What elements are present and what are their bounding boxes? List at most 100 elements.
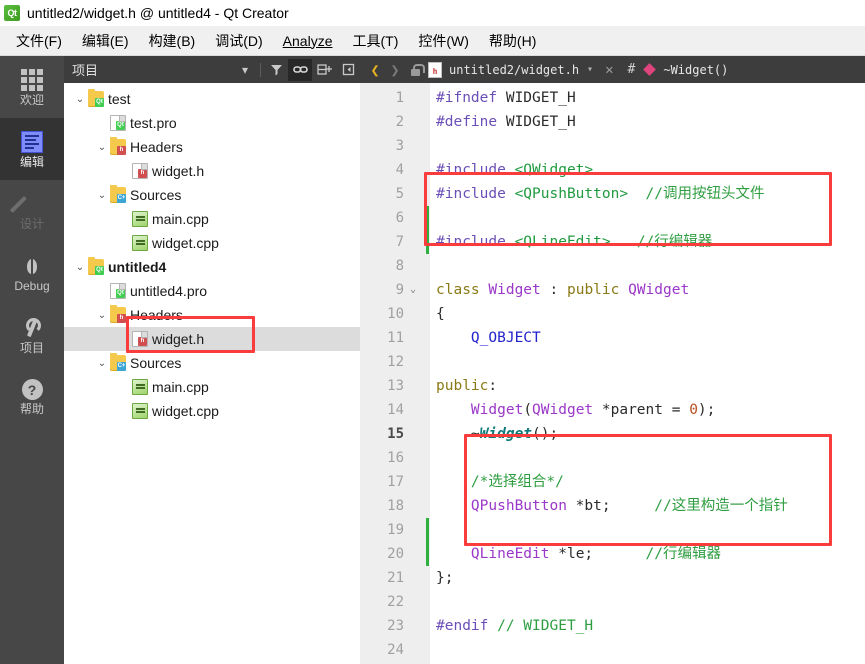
mode-projects[interactable]: 项目 (0, 304, 64, 366)
code-line[interactable]: #include <QLineEdit> //行编辑器 (436, 230, 712, 254)
line-number: 7 (395, 234, 404, 250)
close-panel-icon[interactable] (336, 59, 360, 81)
line-number: 2 (395, 114, 404, 130)
code-line[interactable]: Widget(QWidget *parent = 0); (436, 398, 715, 422)
line-number: 16 (387, 450, 404, 466)
code-line[interactable]: #define WIDGET_H (436, 110, 576, 134)
chevron-down-icon[interactable]: ▾ (233, 59, 257, 81)
code-line[interactable]: #include <QWidget> (436, 158, 593, 182)
editor-filename[interactable]: untitled2/widget.h (449, 63, 579, 77)
tree-indent-spacer: · (116, 334, 132, 345)
line-number: 12 (387, 354, 404, 370)
tree-item-headers[interactable]: ⌄ h Headers (64, 303, 360, 327)
chevron-down-icon[interactable]: ⌄ (94, 358, 110, 369)
menu-help[interactable]: 帮助(H) (479, 28, 546, 54)
project-panel-title: 项目 (72, 63, 99, 78)
mode-welcome[interactable]: 欢迎 (0, 56, 64, 118)
mode-debug[interactable]: Debug (0, 242, 64, 304)
forward-icon[interactable]: ❯ (386, 61, 404, 79)
mode-help[interactable]: ? 帮助 (0, 366, 64, 428)
tree-item-main-cpp[interactable]: · main.cpp (64, 375, 360, 399)
tree-item-label: test (108, 91, 131, 107)
chevron-down-icon[interactable]: ⌄ (94, 142, 110, 153)
menu-analyze[interactable]: Analyze (273, 30, 343, 52)
tree-item-widget-h[interactable]: · h widget.h (64, 327, 360, 351)
menu-edit[interactable]: 编辑(E) (72, 28, 139, 54)
code-line[interactable]: Q_OBJECT (436, 326, 541, 350)
code-token: QWidget (628, 282, 690, 298)
tree-item-label: Headers (130, 139, 183, 155)
tree-item-widget-h[interactable]: · h widget.h (64, 159, 360, 183)
project-tree[interactable]: ⌄Qttest·Qttest.pro⌄hHeaders·hwidget.h⌄C+… (64, 83, 360, 664)
mode-design: 设计 (0, 180, 64, 242)
mode-edit[interactable]: 编辑 (0, 118, 64, 180)
line-number: 24 (387, 642, 404, 658)
code-line[interactable]: class Widget : public QWidget (436, 278, 689, 302)
tree-item-test-pro[interactable]: · Qt test.pro (64, 111, 360, 135)
window-title: untitled2/widget.h @ untitled4 - Qt Crea… (27, 5, 289, 21)
editor-toolbar: ❮ ❯ h untitled2/widget.h ▾ ✕ # ~Widget() (360, 56, 865, 83)
menu-widgets[interactable]: 控件(W) (408, 28, 479, 54)
code-line[interactable]: #include <QPushButton> //调用按钮头文件 (436, 182, 765, 206)
fold-toggle-icon[interactable]: ⌄ (406, 278, 420, 302)
code-token: : (488, 378, 498, 394)
close-document-icon[interactable]: ✕ (601, 62, 617, 78)
code-token: <QWidget> (514, 162, 594, 178)
menu-debug[interactable]: 调试(D) (205, 28, 272, 54)
unlock-icon[interactable] (406, 62, 425, 78)
code-token: #define (436, 114, 506, 130)
hash-icon[interactable]: # (620, 62, 644, 77)
icon-badge: C+ (117, 194, 126, 203)
line-number: 20 (387, 546, 404, 562)
change-marker (426, 542, 429, 566)
code-line[interactable]: QLineEdit *le; //行编辑器 (436, 542, 721, 566)
file-pro-icon: Qt (110, 115, 126, 131)
tree-item-label: main.cpp (152, 211, 209, 227)
code-token: }; (436, 570, 454, 586)
file-dropdown-icon[interactable]: ▾ (581, 64, 599, 75)
chevron-down-icon[interactable]: ⌄ (94, 190, 110, 201)
tree-item-untitled4-pro[interactable]: · Qt untitled4.pro (64, 279, 360, 303)
menu-build[interactable]: 构建(B) (139, 28, 206, 54)
code-line[interactable]: #endif // WIDGET_H (436, 614, 593, 638)
code-line[interactable]: ~Widget(); (436, 422, 558, 446)
tree-item-untitled4[interactable]: ⌄ Qt untitled4 (64, 255, 360, 279)
code-token: *le; (549, 546, 594, 562)
chevron-down-icon[interactable]: ⌄ (94, 310, 110, 321)
code-line[interactable]: QPushButton *bt; //这里构造一个指针 (436, 494, 788, 518)
tree-item-widget-cpp[interactable]: · widget.cpp (64, 231, 360, 255)
tree-item-widget-cpp[interactable]: · widget.cpp (64, 399, 360, 423)
tree-item-headers[interactable]: ⌄ h Headers (64, 135, 360, 159)
chevron-down-icon[interactable]: ⌄ (72, 94, 88, 105)
line-number: 19 (387, 522, 404, 538)
code-token: Q_OBJECT (470, 330, 541, 346)
code-line[interactable]: #ifndef WIDGET_H (436, 86, 576, 110)
tree-indent-spacer: · (116, 238, 132, 249)
tree-item-test[interactable]: ⌄ Qt test (64, 87, 360, 111)
menu-file[interactable]: 文件(F) (6, 28, 72, 54)
code-line[interactable]: }; (436, 566, 453, 590)
filter-icon[interactable] (264, 59, 288, 81)
tree-item-main-cpp[interactable]: · main.cpp (64, 207, 360, 231)
line-number: 13 (387, 378, 404, 394)
back-icon[interactable]: ❮ (366, 61, 384, 79)
code-line[interactable]: /*选择组合*/ (436, 470, 564, 494)
link-icon[interactable] (288, 58, 312, 81)
code-line[interactable]: public: (436, 374, 497, 398)
current-symbol[interactable]: ~Widget() (663, 63, 728, 77)
tree-item-sources[interactable]: ⌄ C+ Sources (64, 183, 360, 207)
folder-h-icon: h (110, 305, 126, 323)
split-icon[interactable] (312, 59, 336, 81)
tree-item-label: Sources (130, 187, 182, 203)
tree-item-sources[interactable]: ⌄ C+ Sources (64, 351, 360, 375)
chevron-down-icon[interactable]: ⌄ (72, 262, 88, 273)
qt-logo-icon: Qt (4, 5, 20, 21)
code-area[interactable]: 1 2 3 4 5 6 7 8 9 ⌄ 10 11 12 13 14 15 16 17 18 19 20 21 22 23 24… (360, 83, 865, 664)
menu-tools[interactable]: 工具(T) (342, 28, 408, 54)
line-number: 8 (395, 258, 404, 274)
line-number: 18 (387, 498, 404, 514)
code-line[interactable]: { (436, 302, 445, 326)
